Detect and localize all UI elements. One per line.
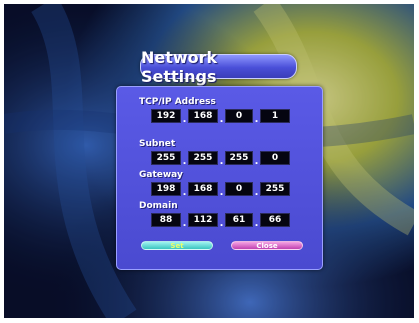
gateway-octet-1[interactable]: 198 <box>151 182 181 196</box>
tcpip-octet-3[interactable]: 0 <box>225 109 253 123</box>
gateway-field[interactable]: 198 . 168 . 0 . 255 <box>151 182 290 198</box>
subnet-octet-3[interactable]: 255 <box>225 151 253 165</box>
gateway-label: Gateway <box>139 170 183 180</box>
dot-separator: . <box>182 156 187 167</box>
subnet-field[interactable]: 255 . 255 . 255 . 0 <box>151 151 290 167</box>
gateway-octet-2[interactable]: 168 <box>188 182 218 196</box>
dot-separator: . <box>254 187 259 198</box>
tcpip-octet-1[interactable]: 192 <box>151 109 181 123</box>
set-button[interactable]: Set <box>141 241 213 250</box>
dot-separator: . <box>254 156 259 167</box>
dot-separator: . <box>254 114 259 125</box>
domain-label: Domain <box>139 201 178 211</box>
dot-separator: . <box>219 156 224 167</box>
domain-field[interactable]: 88 . 112 . 61 . 66 <box>151 213 290 229</box>
close-button[interactable]: Close <box>231 241 303 250</box>
domain-octet-4[interactable]: 66 <box>260 213 290 227</box>
dot-separator: . <box>182 114 187 125</box>
subnet-label: Subnet <box>139 139 176 149</box>
subnet-octet-2[interactable]: 255 <box>188 151 218 165</box>
tcpip-address-field[interactable]: 192 . 168 . 0 . 1 <box>151 109 290 125</box>
domain-octet-2[interactable]: 112 <box>188 213 218 227</box>
tv-screen: Network Settings TCP/IP Address 192 . 16… <box>4 4 414 318</box>
subnet-octet-4[interactable]: 0 <box>260 151 290 165</box>
network-settings-panel: TCP/IP Address 192 . 168 . 0 . 1 Subnet … <box>116 86 323 270</box>
dot-separator: . <box>182 218 187 229</box>
domain-octet-1[interactable]: 88 <box>151 213 181 227</box>
dot-separator: . <box>219 114 224 125</box>
page-title: Network Settings <box>140 48 297 86</box>
dot-separator: . <box>182 187 187 198</box>
tcpip-label: TCP/IP Address <box>139 97 216 107</box>
dot-separator: . <box>219 187 224 198</box>
subnet-octet-1[interactable]: 255 <box>151 151 181 165</box>
domain-octet-3[interactable]: 61 <box>225 213 253 227</box>
tcpip-octet-4[interactable]: 1 <box>260 109 290 123</box>
dot-separator: . <box>219 218 224 229</box>
tcpip-octet-2[interactable]: 168 <box>188 109 218 123</box>
gateway-octet-4[interactable]: 255 <box>260 182 290 196</box>
dot-separator: . <box>254 218 259 229</box>
gateway-octet-3[interactable]: 0 <box>225 182 253 196</box>
